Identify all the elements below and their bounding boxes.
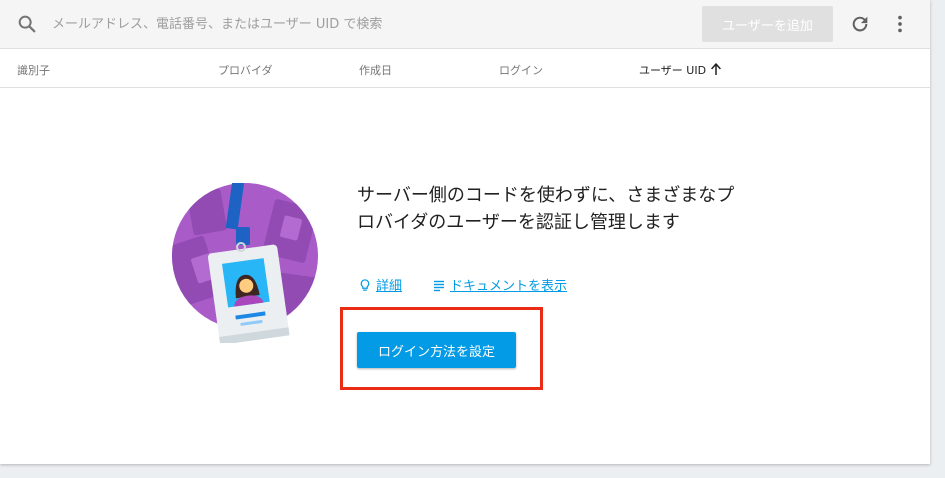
view-docs-label: ドキュメントを表示 (450, 279, 568, 294)
highlight-annotation-box (340, 307, 543, 390)
column-header-provider[interactable]: プロバイダ (218, 62, 273, 78)
column-header-identifier[interactable]: 識別子 (17, 62, 50, 78)
id-badge-illustration (172, 183, 318, 343)
search-icon (18, 15, 36, 33)
column-header-user-uid-label: ユーザー UID (639, 64, 707, 77)
column-header-user-uid[interactable]: ユーザー UID (639, 62, 722, 78)
learn-more-label: 詳細 (376, 279, 403, 294)
users-toolbar: ユーザーを追加 (0, 0, 930, 49)
refresh-icon[interactable] (849, 13, 871, 35)
column-header-created[interactable]: 作成日 (359, 62, 392, 78)
view-docs-link[interactable]: ドキュメントを表示 (433, 275, 567, 294)
learn-more-link[interactable]: 詳細 (359, 275, 402, 294)
notes-icon (434, 280, 444, 292)
more-vert-icon[interactable] (890, 13, 910, 35)
lightbulb-icon (360, 279, 370, 291)
add-user-button[interactable]: ユーザーを追加 (702, 6, 833, 42)
column-header-signed-in[interactable]: ログイン (499, 62, 543, 78)
sort-ascending-icon (711, 63, 721, 75)
empty-state-headline: サーバー側のコードを使わずに、さまざまなプロバイダのユーザーを認証し管理します (357, 185, 735, 233)
search-input[interactable] (52, 12, 652, 36)
table-header: 識別子 プロバイダ 作成日 ログイン ユーザー UID (0, 49, 930, 88)
users-panel: ユーザーを追加 識別子 プロバイダ 作成日 ログイン ユーザー UID (0, 0, 930, 464)
